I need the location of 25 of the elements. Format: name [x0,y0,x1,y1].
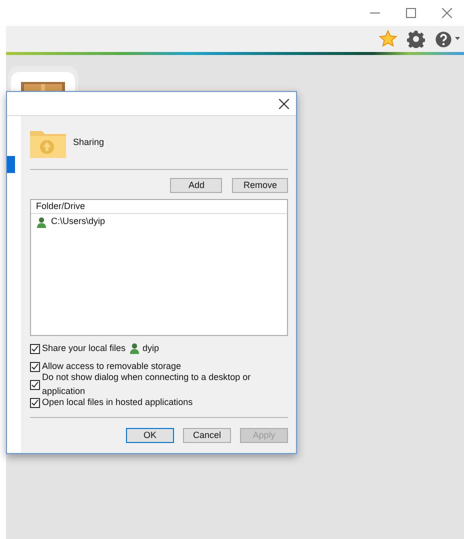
checkbox[interactable] [30,380,40,390]
sharing-heading: Sharing [73,136,104,150]
option-label: Allow access to removable storage [42,360,182,373]
dialog-button[interactable]: OK [126,428,174,443]
user-name: dyip [142,342,160,355]
checkbox[interactable] [30,344,40,354]
option-label: Open local files in hosted applications [42,396,193,409]
action-button[interactable]: Add [170,178,222,193]
checkbox[interactable] [30,362,40,372]
user-icon [37,216,46,228]
selected-tab-marker [7,156,15,173]
checkbox[interactable] [30,398,40,408]
settings-icon[interactable] [407,30,425,48]
close-icon[interactable] [279,98,289,108]
option-label: Do not show dialog when connecting to a desktop or application [42,371,252,398]
star-icon[interactable] [379,30,397,48]
folder-row[interactable]: C:\Users\dyip [31,214,287,230]
column-header[interactable]: Folder/Drive [31,200,287,214]
folder-icon [30,128,66,158]
user-icon [130,343,139,354]
maximize-icon[interactable] [406,8,416,18]
help-icon[interactable] [435,30,460,48]
option-label: Share your local files [42,342,126,355]
dialog-button[interactable]: Cancel [183,428,231,443]
action-button[interactable]: Remove [232,178,288,193]
